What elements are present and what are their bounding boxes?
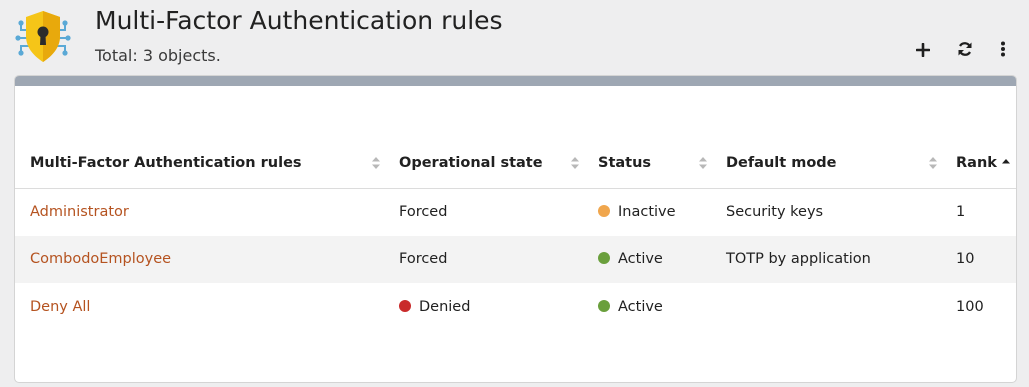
status-value: Active <box>618 251 663 268</box>
rank-value: 10 <box>956 251 975 268</box>
rules-table: Multi-Factor Authentication rules Operat… <box>15 139 1016 331</box>
sort-ascending-icon <box>1001 156 1011 170</box>
rule-link[interactable]: Deny All <box>30 299 90 315</box>
sort-both-icon <box>570 156 580 170</box>
panel-header-bar <box>15 76 1016 86</box>
page-title: Multi-Factor Authentication rules <box>95 6 503 35</box>
sort-both-icon <box>928 156 938 170</box>
column-header-name[interactable]: Multi-Factor Authentication rules <box>15 139 384 189</box>
status-active-icon <box>598 252 610 265</box>
shield-lock-icon <box>15 8 71 66</box>
table-row: Administrator Forced Inactive Security k… <box>15 188 1016 236</box>
default-mode-value: Security keys <box>726 204 824 220</box>
more-options-button[interactable] <box>990 38 1016 64</box>
status-value: Inactive <box>618 204 676 220</box>
state-denied-icon <box>399 299 411 312</box>
rank-value: 1 <box>956 204 966 220</box>
column-header-status[interactable]: Status <box>583 139 711 189</box>
status-inactive-icon <box>598 205 610 217</box>
page-header: Multi-Factor Authentication rules Total:… <box>0 0 1029 75</box>
column-header-default-mode[interactable]: Default mode <box>711 139 941 189</box>
column-header-rank[interactable]: Rank <box>941 139 1016 189</box>
sort-both-icon <box>371 156 381 170</box>
column-header-operational-state[interactable]: Operational state <box>384 139 583 189</box>
rule-link[interactable]: Administrator <box>30 204 129 220</box>
default-mode-value: TOTP by application <box>726 251 871 268</box>
status-value: Active <box>618 298 663 315</box>
rank-value: 100 <box>956 298 984 315</box>
operational-state-value: Forced <box>399 251 448 268</box>
table-row: Deny All Denied Active 100 <box>15 283 1016 331</box>
refresh-icon <box>957 41 973 61</box>
add-button[interactable] <box>910 38 936 64</box>
plus-icon <box>915 42 931 61</box>
more-vertical-icon <box>1000 41 1006 61</box>
operational-state-value: Denied <box>419 298 471 315</box>
rule-link[interactable]: CombodoEmployee <box>30 251 171 267</box>
status-active-icon <box>598 299 610 312</box>
refresh-button[interactable] <box>952 38 978 64</box>
results-panel: Multi-Factor Authentication rules Operat… <box>14 75 1017 383</box>
object-count: Total: 3 objects. <box>95 46 221 65</box>
table-row: CombodoEmployee Forced Active TOTP by ap… <box>15 235 1016 283</box>
sort-both-icon <box>698 156 708 170</box>
operational-state-value: Forced <box>399 204 448 220</box>
table-header-row: Multi-Factor Authentication rules Operat… <box>15 139 1016 189</box>
